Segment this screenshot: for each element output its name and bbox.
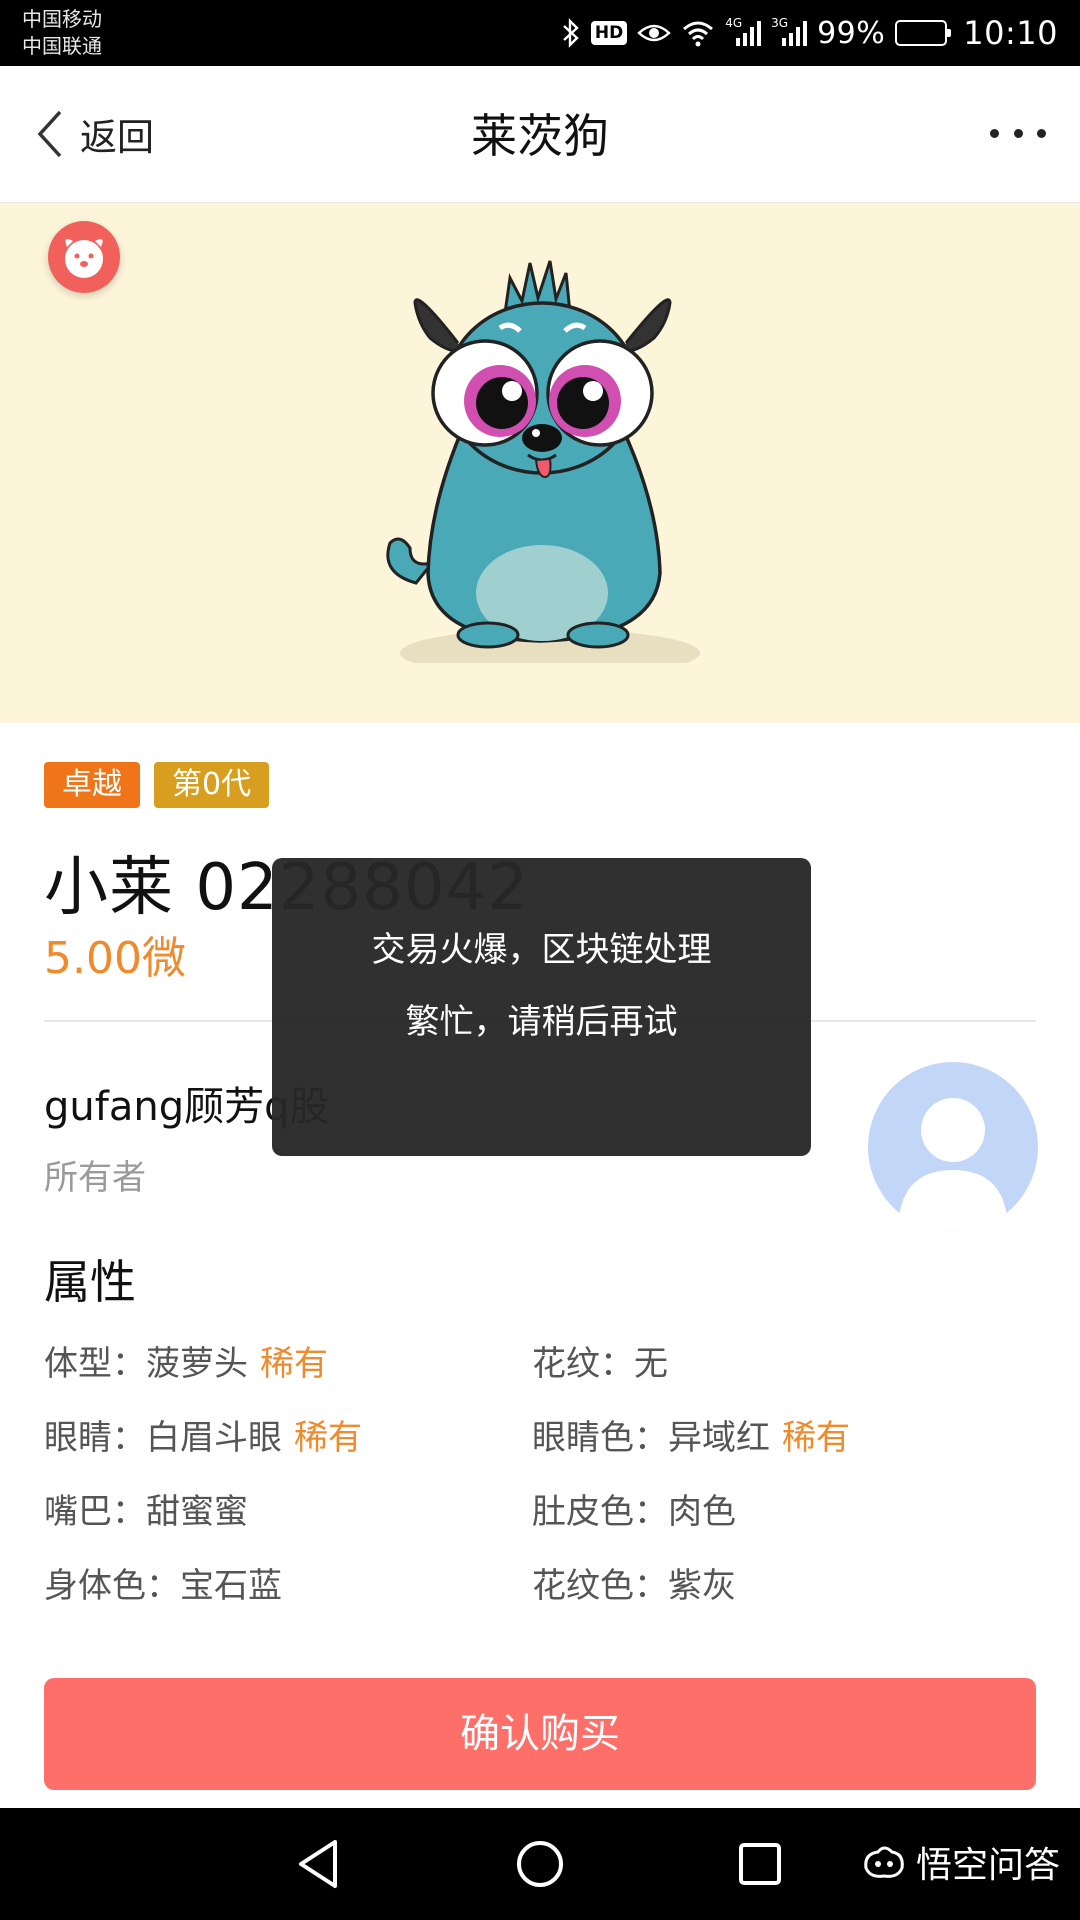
rare-label: 稀有 [260, 1344, 328, 1384]
attribute-mouth: 嘴巴：甜蜜蜜 [44, 1484, 248, 1533]
owner-label: 所有者 [44, 1158, 146, 1198]
bluetooth-icon [561, 18, 581, 48]
system-recents-button[interactable] [730, 1834, 790, 1894]
net-4g-label: 4G [725, 16, 743, 30]
watermark-text: 悟空问答 [915, 1845, 1060, 1886]
pet-tags: 卓越 第0代 [44, 762, 270, 808]
attribute-pattern-color: 花纹色：紫灰 [532, 1558, 736, 1607]
attribute-label: 肚皮色： [532, 1492, 668, 1532]
system-back-button[interactable] [291, 1834, 351, 1894]
rarity-tag: 卓越 [44, 762, 140, 808]
hd-icon: HD [590, 21, 628, 45]
pet-image-banner [0, 203, 1080, 723]
wukong-logo-icon [864, 1846, 904, 1878]
generation-tag: 第0代 [154, 762, 270, 808]
pet-price: 5.00微 [44, 933, 186, 984]
error-toast: 交易火爆，区块链处理 繁忙，请稍后再试 [272, 858, 811, 1156]
triangle-back-icon [299, 1840, 337, 1888]
attribute-eyes: 眼睛：白眉斗眼 稀有 [44, 1410, 362, 1459]
attribute-label: 体型： [44, 1344, 146, 1384]
signal-3g-icon: 3G [771, 16, 808, 46]
attribute-label: 花纹色： [532, 1566, 668, 1606]
square-recents-icon [739, 1843, 781, 1885]
page-title: 莱茨狗 [471, 109, 609, 163]
clock: 10:10 [963, 14, 1058, 52]
confirm-purchase-button[interactable]: 确认购买 [44, 1678, 1036, 1790]
attribute-label: 眼睛色： [532, 1418, 668, 1458]
more-dot-icon [1013, 128, 1023, 138]
system-nav-bar: 悟空问答 [0, 1808, 1080, 1920]
dog-logo-icon[interactable] [48, 221, 120, 293]
attributes-title: 属性 [44, 1255, 136, 1309]
more-dot-icon [1037, 128, 1046, 138]
attribute-belly-color: 肚皮色：肉色 [532, 1484, 736, 1533]
attribute-label: 花纹： [532, 1344, 634, 1384]
more-dot-icon [990, 128, 999, 138]
watermark: 悟空问答 [862, 1836, 1060, 1888]
signal-4g-icon: 4G [725, 16, 762, 46]
attribute-value: 紫灰 [668, 1566, 736, 1606]
more-options-button[interactable] [990, 118, 1046, 148]
carrier-2: 中国联通 [22, 34, 102, 58]
attribute-value: 甜蜜蜜 [146, 1492, 248, 1532]
net-3g-label: 3G [771, 16, 789, 30]
attribute-body-shape: 体型：菠萝头 稀有 [44, 1336, 328, 1385]
pet-dog-illustration [386, 260, 700, 663]
user-placeholder-icon [898, 1098, 1008, 1232]
attribute-value: 菠萝头 [146, 1344, 248, 1384]
status-icons: HD 4G 3G 99% 10:10 [561, 10, 1058, 56]
rare-label: 稀有 [294, 1418, 362, 1458]
toast-line-2: 繁忙，请稍后再试 [405, 1002, 678, 1042]
attribute-pattern: 花纹：无 [532, 1336, 668, 1385]
attribute-value: 肉色 [668, 1492, 736, 1532]
attribute-value: 白眉斗眼 [146, 1418, 282, 1458]
eye-comfort-icon [637, 21, 671, 45]
attribute-label: 眼睛： [44, 1418, 146, 1458]
attribute-value: 宝石蓝 [180, 1566, 282, 1606]
system-home-button[interactable] [510, 1834, 570, 1894]
carrier-info: 中国移动 中国联通 [22, 6, 102, 60]
attribute-value: 无 [634, 1344, 668, 1384]
battery-icon [895, 20, 952, 46]
status-bar: 中国移动 中国联通 HD 4G 3G 99% 10:10 [0, 0, 1080, 66]
attribute-value: 异域红 [668, 1418, 770, 1458]
rare-label: 稀有 [782, 1418, 850, 1458]
attribute-label: 身体色： [44, 1566, 180, 1606]
toast-line-1: 交易火爆，区块链处理 [371, 930, 712, 970]
owner-avatar[interactable] [868, 1062, 1038, 1232]
circle-home-icon [517, 1841, 563, 1887]
attribute-label: 嘴巴： [44, 1492, 146, 1532]
carrier-1: 中国移动 [22, 7, 102, 31]
top-nav-bar: 返回 莱茨狗 [0, 66, 1080, 203]
attribute-eye-color: 眼睛色：异域红 稀有 [532, 1410, 850, 1459]
wifi-icon [681, 19, 715, 47]
battery-percent: 99% [817, 15, 886, 51]
attribute-body-color: 身体色：宝石蓝 [44, 1558, 282, 1607]
